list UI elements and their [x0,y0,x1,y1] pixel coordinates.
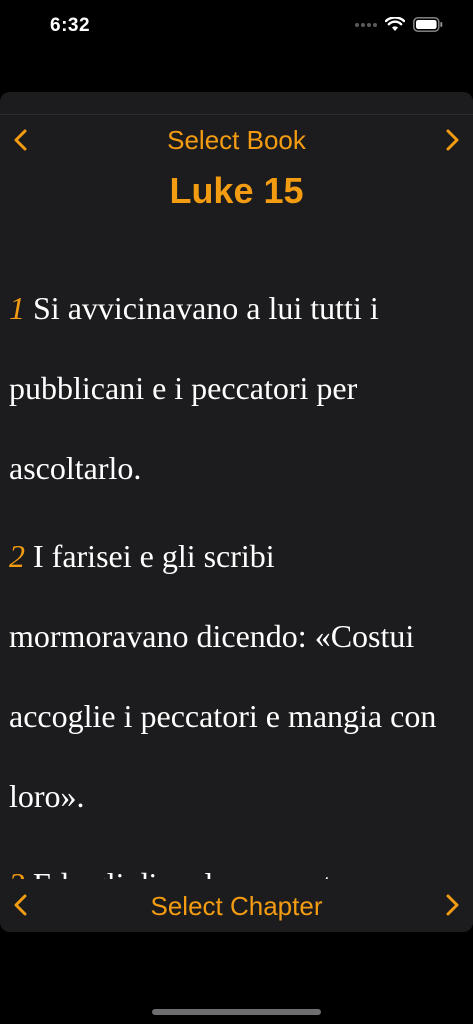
select-book-button[interactable]: Select Book [0,125,473,156]
chapter-nav-bar: Select Chapter [0,879,473,932]
wifi-icon [385,17,405,31]
verse-text: I farisei e gli scribi mormoravano dicen… [9,538,437,814]
verse-list: 1 Si avvicinavano a lui tutti i pubblica… [9,268,459,879]
verse-number: 2 [9,538,25,574]
chevron-right-icon[interactable] [439,127,465,153]
verse-number: 1 [9,290,25,326]
verse-text: Si avvicinavano a lui tutti i pubblicani… [9,290,379,486]
reader-sheet: Select Book Luke 15 1 Si avvicinavano a … [0,92,473,932]
verse-number: 3 [9,866,25,879]
verse-2: 2 I farisei e gli scribi mormoravano dic… [9,516,459,836]
home-indicator[interactable] [152,1009,321,1015]
status-time: 6:32 [50,15,91,36]
book-nav-bar: Select Book [0,115,473,165]
chapter-content[interactable]: Luke 15 1 Si avvicinavano a lui tutti i … [0,165,473,879]
chapter-title: Luke 15 [169,170,304,211]
status-bar: 6:32 [0,0,473,56]
verse-3: 3 Ed egli disse loro questa [9,844,459,879]
sheet-top-strip [0,92,473,115]
verse-text: Ed egli disse loro questa [25,866,346,879]
signal-icon [355,22,377,27]
chevron-right-icon[interactable] [439,892,465,918]
verse-1: 1 Si avvicinavano a lui tutti i pubblica… [9,268,459,508]
select-chapter-button[interactable]: Select Chapter [0,891,473,922]
status-icons [355,17,443,32]
battery-icon [413,17,443,32]
